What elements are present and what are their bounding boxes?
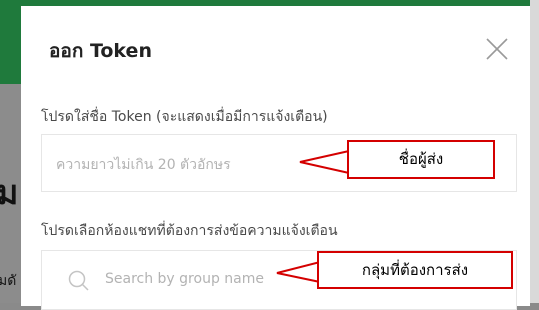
token-name-label: โปรดใส่ชื่อ Token (จะแสดงเมื่อมีการแจ้งเ… xyxy=(41,109,328,125)
background-scrollbar xyxy=(530,0,539,303)
background-heading-fragment: ม xyxy=(0,173,19,213)
annotation-arrow-group xyxy=(276,260,321,284)
close-icon[interactable] xyxy=(483,35,511,63)
annotation-send-group: กลุ่มที่ต้องการส่ง xyxy=(317,251,513,289)
token-name-placeholder: ความยาวไม่เกิน 20 ตัวอักษร xyxy=(56,157,231,173)
annotation-sender-name: ชื่อผู้ส่ง xyxy=(347,140,495,179)
search-icon xyxy=(68,270,90,296)
annotation-arrow-sender xyxy=(299,149,350,175)
chat-room-label: โปรดเลือกห้องแชทที่ต้องการส่งข้อความแจ้ง… xyxy=(41,223,338,239)
background-text-fragment: มดั xyxy=(0,273,17,289)
dialog-title: ออก Token xyxy=(49,40,152,62)
group-search-placeholder: Search by group name xyxy=(105,271,264,287)
